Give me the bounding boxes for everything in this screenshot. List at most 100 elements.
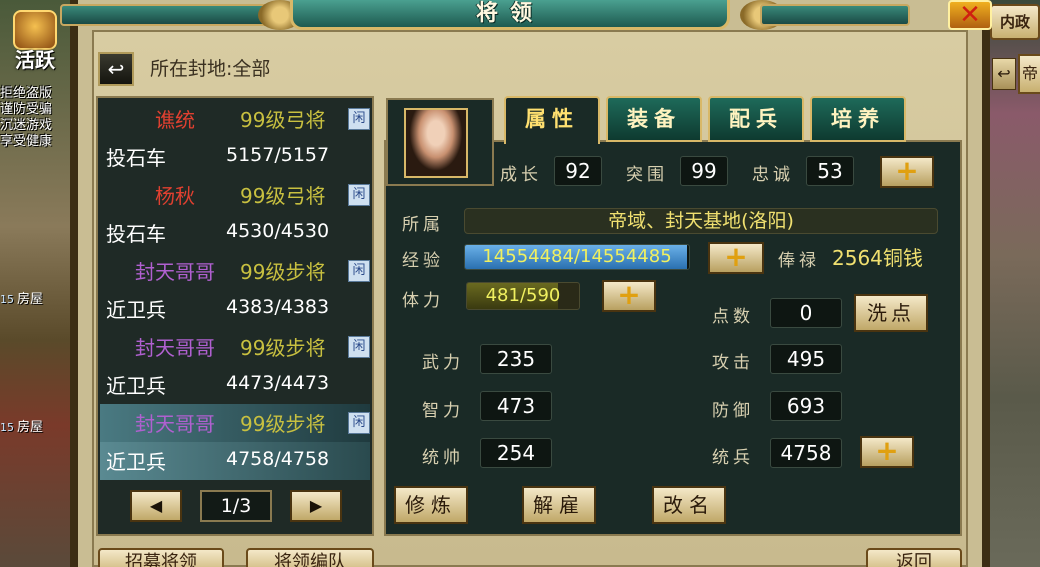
house-level: 15 xyxy=(0,293,14,306)
triangle-right-icon: ▶ xyxy=(309,496,323,515)
window-title: 将领 xyxy=(475,1,544,26)
tab-equipment[interactable]: 装备 xyxy=(606,96,702,142)
command-label: 统帅 xyxy=(422,448,464,468)
owner-label: 所属 xyxy=(402,215,444,235)
intellect-value: 473 xyxy=(480,391,552,421)
notice-line: 享受健康 xyxy=(0,134,53,149)
general-unit-row: 近卫兵 4758/4758 xyxy=(100,442,370,480)
points-label: 点数 xyxy=(712,307,754,327)
general-unit-row: 近卫兵 4383/4383 xyxy=(100,290,370,328)
tab-troops[interactable]: 配兵 xyxy=(708,96,804,142)
defense-value: 693 xyxy=(770,391,842,421)
owner-value: 帝域、封天基地(洛阳) xyxy=(464,208,938,234)
close-icon: ✕ xyxy=(959,0,981,30)
tab-attributes[interactable]: 属性 xyxy=(504,96,600,144)
fief-filter-label[interactable]: 所在封地:全部 xyxy=(150,54,270,81)
general-level: 99级步将 xyxy=(240,260,326,284)
stamina-value: 481/590 xyxy=(485,285,561,306)
dismiss-button[interactable]: 解雇 xyxy=(522,486,596,524)
title-plate: 将领 xyxy=(290,0,730,30)
arrow-back-icon[interactable]: ↩ xyxy=(992,58,1016,90)
train-button[interactable]: 修炼 xyxy=(394,486,468,524)
return-button[interactable]: 返回 xyxy=(866,548,962,567)
general-entry[interactable]: 封天哥哥 99级步将 闲 近卫兵 4473/4473 xyxy=(100,328,370,404)
tab-training[interactable]: 培养 xyxy=(810,96,906,142)
house-name: 房屋 xyxy=(17,420,44,435)
general-level: 99级步将 xyxy=(240,412,326,436)
troops-label: 统兵 xyxy=(712,448,754,468)
page-indicator: 1/3 xyxy=(200,490,272,522)
detail-panel xyxy=(384,140,962,536)
general-name: 杨秋 xyxy=(155,184,195,208)
assault-label: 突围 xyxy=(626,165,668,185)
unit-count: 4473/4473 xyxy=(226,372,330,394)
idle-badge: 闲 xyxy=(348,108,370,130)
house-name: 房屋 xyxy=(17,292,44,307)
assault-value: 99 xyxy=(680,156,728,186)
title-bar-left-decoration xyxy=(60,4,270,26)
close-button[interactable]: ✕ xyxy=(948,0,992,30)
unit-type: 近卫兵 xyxy=(106,298,166,322)
prev-page-button[interactable]: ◀ xyxy=(130,490,182,522)
general-name: 封天哥哥 xyxy=(135,412,215,436)
points-value: 0 xyxy=(770,298,842,328)
loyalty-value: 53 xyxy=(806,156,854,186)
reset-points-button[interactable]: 洗点 xyxy=(854,294,928,332)
general-name-row: 封天哥哥 99级步将 闲 xyxy=(100,328,370,366)
growth-value: 92 xyxy=(554,156,602,186)
unit-count: 4383/4383 xyxy=(226,296,330,318)
stamina-label: 体力 xyxy=(402,291,444,311)
next-page-button[interactable]: ▶ xyxy=(290,490,342,522)
general-entry[interactable]: 杨秋 99级弓将 闲 投石车 4530/4530 xyxy=(100,176,370,252)
emperor-button[interactable]: 帝 xyxy=(1018,54,1040,94)
house-label[interactable]: 15 房屋 xyxy=(0,288,43,307)
recruit-general-button[interactable]: 招募将领 xyxy=(98,548,224,567)
general-formation-button[interactable]: 将领编队 xyxy=(246,548,374,567)
unit-count: 4758/4758 xyxy=(226,448,330,470)
domestic-affairs-tab[interactable]: 内政 xyxy=(990,4,1040,40)
title-bar: 将领 xyxy=(40,0,920,34)
notice-line: 谨防受骗 xyxy=(0,102,53,117)
back-button[interactable]: ↩ xyxy=(98,52,134,86)
anti-addiction-notice: 拒绝盗版 谨防受骗 沉迷游戏 享受健康 xyxy=(0,86,72,150)
notice-line: 沉迷游戏 xyxy=(0,118,53,133)
attack-value: 495 xyxy=(770,344,842,374)
general-portrait[interactable] xyxy=(404,108,468,178)
house-level: 15 xyxy=(0,421,14,434)
plus-icon: + xyxy=(875,434,899,467)
activity-label: 活跃 xyxy=(15,48,55,72)
unit-type: 投石车 xyxy=(106,222,166,246)
general-unit-row: 近卫兵 4473/4473 xyxy=(100,366,370,404)
exp-label: 经验 xyxy=(402,251,444,271)
idle-badge: 闲 xyxy=(348,336,370,358)
force-value: 235 xyxy=(480,344,552,374)
force-label: 武力 xyxy=(422,353,464,373)
house-label[interactable]: 15 房屋 xyxy=(0,416,43,435)
loyalty-label: 忠诚 xyxy=(752,165,794,185)
general-name-row: 杨秋 99级弓将 闲 xyxy=(100,176,370,214)
idle-badge: 闲 xyxy=(348,412,370,434)
general-level: 99级步将 xyxy=(240,336,326,360)
rename-button[interactable]: 改名 xyxy=(652,486,726,524)
attack-label: 攻击 xyxy=(712,353,754,373)
general-entry-selected[interactable]: 封天哥哥 99级步将 闲 近卫兵 4758/4758 xyxy=(100,404,370,480)
loyalty-plus-button[interactable]: + xyxy=(880,156,934,188)
general-name: 封天哥哥 xyxy=(135,336,215,360)
idle-badge: 闲 xyxy=(348,260,370,282)
stamina-plus-button[interactable]: + xyxy=(602,280,656,312)
unit-type: 投石车 xyxy=(106,146,166,170)
intellect-label: 智力 xyxy=(422,401,464,421)
general-entry[interactable]: 封天哥哥 99级步将 闲 近卫兵 4383/4383 xyxy=(100,252,370,328)
general-name: 谯统 xyxy=(155,108,195,132)
plus-icon: + xyxy=(895,154,919,187)
command-value: 254 xyxy=(480,438,552,468)
unit-count: 4530/4530 xyxy=(226,220,330,242)
salary-value: 2564铜钱 xyxy=(832,246,923,270)
troops-plus-button[interactable]: + xyxy=(860,436,914,468)
unit-type: 近卫兵 xyxy=(106,374,166,398)
unit-type: 近卫兵 xyxy=(106,450,166,474)
general-name: 封天哥哥 xyxy=(135,260,215,284)
general-entry[interactable]: 谯统 99级弓将 闲 投石车 5157/5157 xyxy=(100,100,370,176)
defense-label: 防御 xyxy=(712,401,754,421)
exp-plus-button[interactable]: + xyxy=(708,242,764,274)
